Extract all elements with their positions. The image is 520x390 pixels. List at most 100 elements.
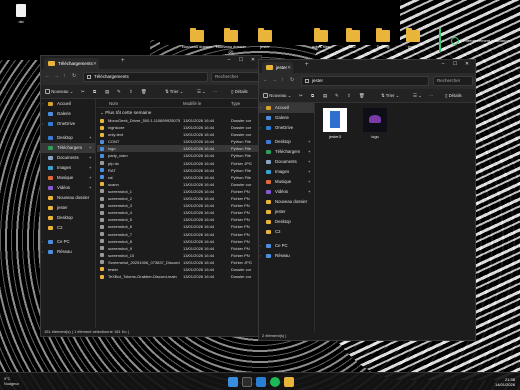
delete-icon[interactable]: 🗑 [359, 93, 364, 99]
desktop-icon-folder[interactable]: Nouveau dossier (2) [214, 28, 248, 54]
nav-item-network[interactable]: › Réseau [259, 251, 314, 261]
nav-item-videos[interactable]: Vidéos ✦ [41, 183, 95, 193]
address-bar[interactable]: Téléchargements [83, 72, 208, 82]
view-button[interactable]: ☰ ⌄ [413, 93, 422, 99]
nav-item-folder[interactable]: Desktop [41, 213, 95, 223]
nav-item-folder[interactable]: C2 [41, 223, 95, 233]
copy-icon[interactable]: ⧉ [93, 89, 96, 94]
back-arrow-icon[interactable]: ← [263, 77, 268, 83]
refresh-icon[interactable]: ↻ [72, 73, 76, 79]
delete-icon[interactable]: 🗑 [141, 89, 146, 95]
address-bar[interactable]: jester [301, 76, 429, 86]
nav-item-network[interactable]: › Réseau [41, 247, 95, 257]
share-icon[interactable]: ⇪ [129, 89, 133, 95]
nav-item-gallery[interactable]: Galerie [259, 113, 314, 123]
nav-item-home[interactable]: › Accueil [259, 103, 314, 113]
file-row[interactable]: party_clam 13/01/2026 16:44 Python File [97, 152, 261, 159]
file-row[interactable]: screenshot_3 13/01/2026 16:44 Fichier PN [97, 202, 261, 209]
nav-item-music[interactable]: Musique ✦ [259, 177, 314, 187]
rename-icon[interactable]: ✎ [335, 93, 339, 99]
nav-item-desktop[interactable]: Desktop ✦ [259, 137, 314, 147]
start-icon[interactable] [228, 377, 238, 387]
nav-item-folder[interactable]: Desktop [259, 217, 314, 227]
nav-item-folder[interactable]: C2 [259, 227, 314, 237]
file-tile[interactable]: logo [360, 108, 390, 139]
file-row[interactable]: screenshot_4 13/01/2026 16:44 Fichier PN [97, 209, 261, 216]
paste-icon[interactable]: ▤ [105, 89, 109, 95]
file-row[interactable]: screenshot_2 13/01/2026 16:44 Fichier PN [97, 195, 261, 202]
nav-item-music[interactable]: Musique ✦ [41, 173, 95, 183]
file-row[interactable]: CONT 13/01/2026 16:44 Python File [97, 138, 261, 145]
up-arrow-icon[interactable]: ↑ [63, 73, 66, 79]
nav-item-documents[interactable]: Documents ✦ [259, 157, 314, 167]
nav-item-downloads[interactable]: Téléchargem ✦ [259, 147, 314, 157]
title-bar[interactable]: jester ✕ + – ☐ ✕ [259, 60, 475, 73]
up-arrow-icon[interactable]: ↑ [281, 77, 284, 83]
more-button[interactable]: ··· [213, 89, 217, 94]
nav-item-videos[interactable]: Vidéos ✦ [259, 187, 314, 197]
rename-icon[interactable]: ✎ [117, 89, 121, 95]
close-tab-icon[interactable]: ✕ [93, 58, 97, 69]
more-button[interactable]: ··· [429, 93, 433, 98]
nav-item-onedrive[interactable]: › OneDrive [259, 123, 314, 133]
nav-item-folder[interactable]: Nouveau dossier [259, 197, 314, 207]
nav-item-gallery[interactable]: Galerie [41, 109, 95, 119]
desktop-icon-folder[interactable]: Nouveau dossier [180, 28, 214, 49]
nav-item-images[interactable]: Images ✦ [259, 167, 314, 177]
file-row[interactable]: screenshot_5 13/01/2026 16:44 Fichier PN [97, 216, 261, 223]
maximize-button[interactable]: ☐ [235, 57, 247, 63]
nav-item-folder[interactable]: Nouveau dossier [41, 193, 95, 203]
explorer-window-downloads[interactable]: Téléchargements ✕ + – ☐ ✕ ← → ↑ ↻ Téléchar… [40, 55, 262, 337]
file-row[interactable]: Screenshot_20251006_073837_Discord 13/01/… [97, 259, 261, 266]
file-row[interactable]: MonoGeek_Driver_500.1.1108999250751] 13/0… [97, 117, 261, 124]
weather-widget[interactable]: 9°C Nuageux [4, 377, 19, 387]
spotify-icon[interactable] [270, 377, 280, 387]
view-button[interactable]: ☰ ⌄ [197, 89, 206, 95]
sort-button[interactable]: ⇅ Trier ⌄ [381, 93, 399, 99]
file-row[interactable]: only-text 13/01/2026 16:44 Dossier cor [97, 131, 261, 138]
nav-item-onedrive[interactable]: › OneDrive [41, 119, 95, 129]
system-clock[interactable]: 21:38 14/01/2026 [495, 377, 515, 387]
close-tab-icon[interactable]: ✕ [287, 62, 291, 73]
group-header[interactable]: ⌄ Plus tôt cette semaine [97, 108, 261, 117]
minimize-button[interactable]: – [437, 61, 449, 67]
search-input[interactable]: Rechercher [211, 72, 259, 82]
title-bar[interactable]: Téléchargements ✕ + – ☐ ✕ [41, 56, 261, 69]
maximize-button[interactable]: ☐ [449, 61, 461, 67]
nav-item-folder[interactable]: jester [41, 203, 95, 213]
file-explorer-icon[interactable] [284, 377, 294, 387]
close-button[interactable]: ✕ [461, 61, 473, 67]
explorer-window-jester[interactable]: jester ✕ + – ☐ ✕ ← → ↑ ↻ jester Rechercher… [258, 59, 476, 341]
remote-recording-notification[interactable]: Enregistrement à distance [439, 28, 520, 52]
new-button[interactable]: Nouveau ⌄ [263, 93, 291, 99]
file-row[interactable]: scann 13/01/2026 16:44 Dossier cor [97, 181, 261, 188]
paste-icon[interactable]: ▤ [323, 93, 327, 99]
details-button[interactable]: ▯ Détails [445, 93, 462, 99]
file-row[interactable]: screenshot_1 13/01/2026 16:44 Fichier PN [97, 188, 261, 195]
sort-button[interactable]: ⇅ Trier ⌄ [165, 89, 183, 95]
file-row[interactable]: TeXBot_Tokens-Grabber-Discord-main 13/01/… [97, 273, 261, 280]
nav-item-home[interactable]: › Accueil [41, 99, 95, 109]
nav-item-folder[interactable]: jester [259, 207, 314, 217]
nav-item-desktop[interactable]: Desktop ✦ [41, 133, 95, 143]
refresh-icon[interactable]: ↻ [290, 77, 294, 83]
cut-icon[interactable]: ✂ [299, 93, 303, 99]
search-input[interactable]: Rechercher [433, 76, 473, 86]
cut-icon[interactable]: ✂ [81, 89, 85, 95]
file-row[interactable]: pfp dc 13/01/2026 16:44 Fichier JPG [97, 160, 261, 167]
column-header-date[interactable]: Modifié le [183, 99, 201, 108]
column-header-type[interactable]: Type [231, 99, 240, 108]
nav-item-downloads[interactable]: Téléchargem ✦ [41, 143, 95, 153]
nav-item-this-pc[interactable]: › Ce PC [259, 241, 314, 251]
minimize-button[interactable]: – [223, 57, 235, 63]
new-tab-button[interactable]: + [121, 58, 125, 64]
file-row[interactable]: logo 13/01/2026 16:44 Python File [97, 145, 261, 153]
new-tab-button[interactable]: + [305, 62, 309, 68]
details-button[interactable]: ▯ Détails [231, 89, 248, 95]
nav-item-images[interactable]: Images ✦ [41, 163, 95, 173]
file-row[interactable]: tester 13/01/2026 16:44 Dossier cor [97, 266, 261, 273]
file-row[interactable]: screenshot_7 13/01/2026 16:44 Fichier PN [97, 231, 261, 238]
desktop-icon-folder[interactable]: jester [248, 28, 282, 49]
forward-arrow-icon[interactable]: → [54, 73, 59, 79]
file-row[interactable]: rat 13/01/2026 16:44 Python File [97, 174, 261, 181]
